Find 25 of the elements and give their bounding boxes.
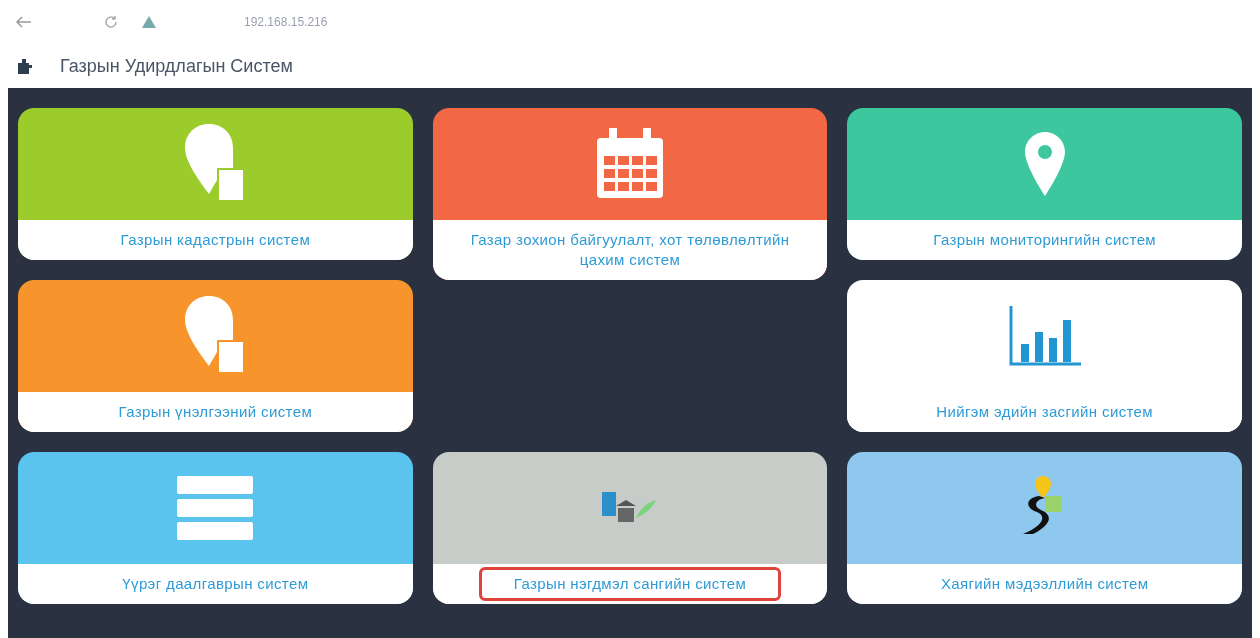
url-text[interactable]: 192.168.15.216 [244, 14, 328, 30]
tile-label: Газар зохион байгуулалт, хот төлөвлөлтийн цахим систем [469, 230, 791, 270]
system-tile[interactable]: Газрын үнэлгээний систем [18, 280, 413, 432]
tile-label: Хаягийн мэдээллийн систем [940, 574, 1149, 594]
tile-label: Үүрэг даалгаврын систем [122, 574, 309, 594]
app-title: Газрын Удирдлагын Систем [60, 55, 293, 78]
tile-label: Газрын үнэлгээний систем [118, 402, 313, 422]
system-tile[interactable]: Газрын мониторингийн систем [847, 108, 1242, 260]
system-tile[interactable]: Нийгэм эдийн засгийн систем [847, 280, 1242, 432]
bar-chart-icon [1008, 306, 1081, 366]
system-tile[interactable]: Газар зохион байгуулалт, хот төлөвлөлтийн цахим систем [432, 108, 828, 280]
tile-label: Газрын мониторингийн систем [933, 230, 1157, 250]
map-pin-icon [1024, 132, 1065, 196]
tile-label: Нийгэм эдийн засгийн систем [936, 402, 1154, 422]
system-tile[interactable]: Газрын кадастрын систем [18, 108, 413, 260]
tile-label: Газрын кадастрын систем [120, 230, 311, 250]
back-icon[interactable] [16, 16, 32, 28]
server-stack-icon [177, 476, 254, 540]
warning-icon [142, 16, 156, 28]
system-tile[interactable]: Хаягийн мэдээллийн систем [847, 452, 1242, 604]
system-tile[interactable]: Үүрэг даалгаврын систем [18, 452, 413, 604]
reload-icon[interactable] [104, 15, 118, 29]
tile-label: Газрын нэгдмэл сангийн систем [478, 567, 782, 601]
calendar-icon [595, 128, 665, 200]
system-tile[interactable]: Газрын нэгдмэл сангийн систем [432, 452, 828, 604]
